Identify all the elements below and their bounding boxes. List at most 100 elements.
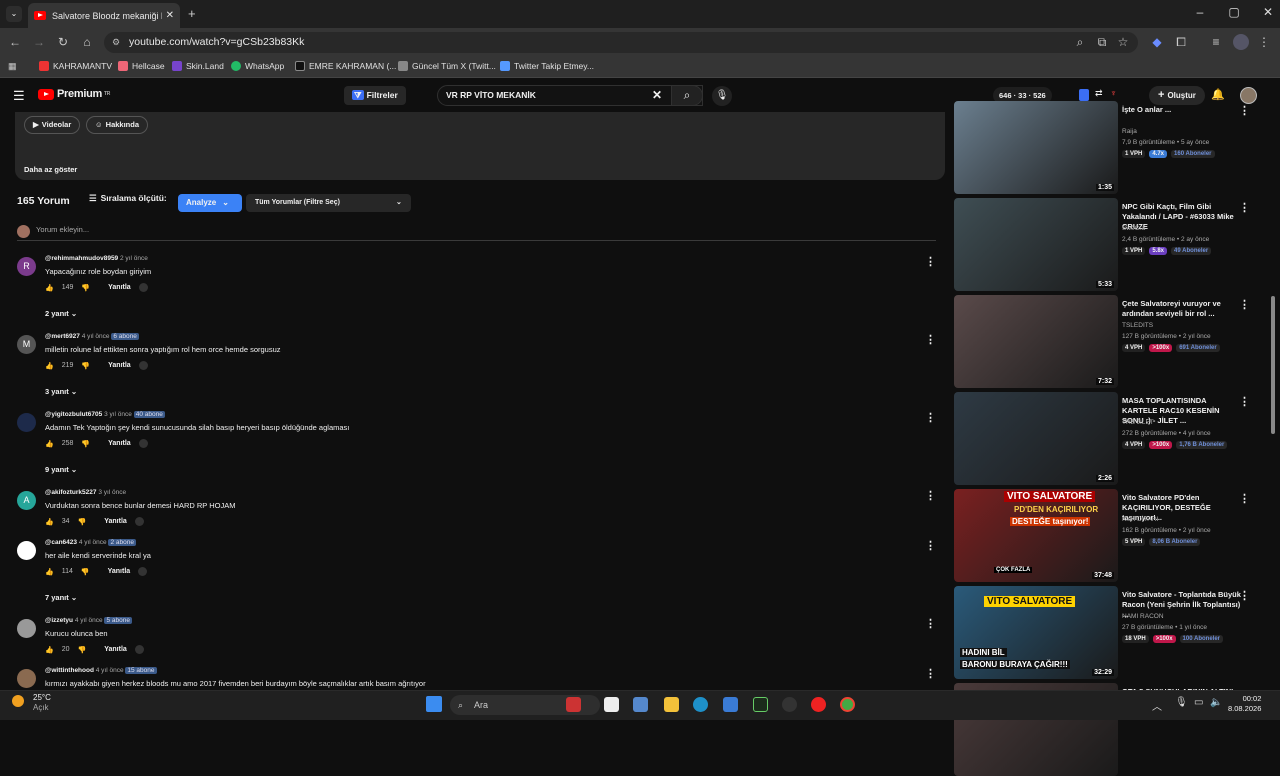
like-icon[interactable]: 👍 bbox=[45, 568, 54, 576]
chrome-menu-icon[interactable]: ⋮ bbox=[1256, 35, 1272, 49]
clear-search-icon[interactable]: ✕ bbox=[652, 86, 662, 105]
extension-icon[interactable] bbox=[1079, 89, 1089, 101]
edge-browser-icon[interactable] bbox=[693, 697, 708, 712]
weather-widget[interactable]: 25°C Açık bbox=[33, 693, 51, 713]
comment-author[interactable]: @mert6927 bbox=[45, 333, 80, 340]
video-thumbnail[interactable]: 2:26 bbox=[954, 392, 1118, 485]
commenter-avatar[interactable] bbox=[17, 619, 36, 638]
notifications-bell-icon[interactable]: 🔔 bbox=[1211, 88, 1225, 101]
hamburger-menu-icon[interactable]: ☰ bbox=[13, 88, 25, 104]
search-button[interactable]: ⌕ bbox=[671, 85, 703, 106]
view-replies-button[interactable]: 9 yanıt ⌄ bbox=[45, 465, 77, 474]
reading-list-icon[interactable]: ≡ bbox=[1208, 35, 1224, 49]
view-replies-button[interactable]: 7 yanıt ⌄ bbox=[45, 593, 77, 602]
bookmark-item[interactable]: Skin.Land bbox=[172, 61, 224, 71]
zoom-icon[interactable]: ⌕ bbox=[1072, 35, 1088, 50]
comment-author[interactable]: @rehimmahmudov8959 bbox=[45, 255, 118, 262]
comment-time[interactable]: 4 yıl önce bbox=[79, 539, 107, 546]
view-replies-button[interactable]: 2 yanıt ⌄ bbox=[45, 309, 77, 318]
home-icon[interactable]: ⌂ bbox=[79, 35, 95, 49]
comment-time[interactable]: 3 yıl önce bbox=[104, 411, 132, 418]
reply-button[interactable]: Yanıtla bbox=[104, 646, 127, 653]
related-video-card[interactable]: 5:33 NPC Gibi Kaçtı, Film Gibi Yakalandı … bbox=[954, 198, 1254, 291]
reaction-icon[interactable] bbox=[138, 567, 148, 576]
like-icon[interactable]: 👍 bbox=[45, 284, 54, 292]
install-icon[interactable]: ⧉ bbox=[1094, 35, 1110, 50]
close-tab-icon[interactable]: ✕ bbox=[166, 10, 174, 21]
video-title[interactable]: Çete Salvatoreyi vuruyor ve ardından sev… bbox=[1122, 299, 1242, 319]
windows-start-icon[interactable] bbox=[426, 696, 442, 712]
video-thumbnail[interactable]: VITO SALVATORE HADINI BİL BARONU BURAYA ÇA… bbox=[954, 586, 1118, 679]
comment-author[interactable]: @yigitozbulut6705 bbox=[45, 411, 102, 418]
extension-icon[interactable]: ◆ bbox=[1149, 35, 1165, 49]
bookmark-item[interactable]: Hellcase bbox=[118, 61, 165, 71]
bookmark-item[interactable]: KAHRAMANTV bbox=[39, 61, 112, 71]
more-options-icon[interactable]: ⋮ bbox=[925, 333, 936, 346]
youtube-logo[interactable]: Premium TR bbox=[38, 88, 110, 100]
videos-chip[interactable]: ▶ Videolar bbox=[24, 116, 81, 134]
minimize-icon[interactable]: – bbox=[1190, 5, 1210, 19]
scrollbar[interactable] bbox=[1271, 296, 1275, 434]
more-options-icon[interactable]: ⋮ bbox=[1239, 492, 1250, 505]
video-title[interactable]: İşte O anlar ... bbox=[1122, 105, 1242, 115]
reply-button[interactable]: Yanıtla bbox=[108, 284, 131, 291]
related-video-card[interactable]: 7:32 Çete Salvatoreyi vuruyor ve ardından… bbox=[954, 295, 1254, 388]
volume-icon[interactable]: 🔈 bbox=[1210, 697, 1222, 708]
video-thumbnail[interactable]: 7:32 bbox=[954, 295, 1118, 388]
reaction-icon[interactable] bbox=[138, 439, 148, 448]
reply-button[interactable]: Yanıtla bbox=[104, 518, 127, 525]
opera-icon[interactable] bbox=[811, 697, 826, 712]
dislike-icon[interactable]: 👎 bbox=[81, 440, 90, 448]
commenter-avatar[interactable] bbox=[17, 541, 36, 560]
taskbar-clock[interactable]: 00:02 8.08.2026 bbox=[1228, 694, 1261, 714]
extension-icon[interactable]: ⇄ bbox=[1095, 88, 1103, 99]
file-explorer-icon[interactable] bbox=[664, 697, 679, 712]
dislike-icon[interactable]: 👎 bbox=[81, 362, 90, 370]
about-chip[interactable]: ☺ Hakkında bbox=[86, 116, 149, 134]
microphone-tray-icon[interactable]: 🎙 bbox=[1175, 697, 1188, 708]
extension-icon[interactable]: ♆ bbox=[1110, 88, 1117, 98]
commenter-avatar[interactable]: A bbox=[17, 491, 36, 510]
tray-chevron-icon[interactable]: ︿ bbox=[1152, 698, 1162, 713]
task-view-icon[interactable] bbox=[604, 697, 619, 712]
more-options-icon[interactable]: ⋮ bbox=[1239, 298, 1250, 311]
related-video-card[interactable]: 1:35 İşte O anlar ... Raija 7,9 B görüntüle… bbox=[954, 101, 1254, 194]
comment-time[interactable]: 2 yıl önce bbox=[120, 255, 148, 262]
more-options-icon[interactable]: ⋮ bbox=[925, 667, 936, 680]
comment-author[interactable]: @izzetyu bbox=[45, 617, 73, 624]
commenter-avatar[interactable] bbox=[17, 413, 36, 432]
more-options-icon[interactable]: ⋮ bbox=[1239, 201, 1250, 214]
comment-time[interactable]: 4 yıl önce bbox=[96, 667, 124, 674]
more-options-icon[interactable]: ⋮ bbox=[925, 255, 936, 268]
like-icon[interactable]: 👍 bbox=[45, 646, 54, 654]
related-video-card[interactable]: VITO SALVATORE PD'DEN KAÇIRILIYOR DESTEĞE … bbox=[954, 489, 1254, 582]
commenter-avatar[interactable]: M bbox=[17, 335, 36, 354]
reaction-icon[interactable] bbox=[134, 645, 144, 654]
filters-button[interactable]: ⧩ Filtreler bbox=[344, 86, 406, 105]
chrome-icon[interactable] bbox=[840, 697, 855, 712]
url-bar[interactable]: ⚙ youtube.com/watch?v=gCSb23b83Kk bbox=[104, 32, 1138, 53]
more-options-icon[interactable]: ⋮ bbox=[925, 617, 936, 630]
add-comment-input[interactable]: Yorum ekleyin... bbox=[17, 225, 936, 241]
comment-author[interactable]: @can6423 bbox=[45, 539, 77, 546]
video-channel[interactable]: Raija bbox=[1122, 128, 1137, 135]
back-icon[interactable]: ← bbox=[7, 35, 23, 49]
video-channel[interactable]: THE JİLET bbox=[1122, 419, 1154, 426]
more-options-icon[interactable]: ⋮ bbox=[925, 489, 936, 502]
search-input[interactable]: VR RP VİTO MEKANİK ✕ bbox=[437, 85, 703, 106]
close-window-icon[interactable]: ✕ bbox=[1258, 5, 1278, 19]
store-icon[interactable] bbox=[723, 697, 738, 712]
steam-icon[interactable] bbox=[782, 697, 797, 712]
browser-tab[interactable]: Salvatore Bloodz mekaniği basıp... ✕ bbox=[28, 3, 180, 28]
related-video-card[interactable]: VITO SALVATORE HADINI BİL BARONU BURAYA ÇA… bbox=[954, 586, 1254, 679]
reaction-icon[interactable] bbox=[138, 361, 148, 370]
comment-time[interactable]: 4 yıl önce bbox=[82, 333, 110, 340]
apps-grid-icon[interactable]: ▦ bbox=[8, 61, 17, 72]
video-channel[interactable]: TSLEDITS bbox=[1122, 322, 1153, 329]
profile-avatar[interactable] bbox=[1233, 34, 1249, 50]
related-video-card[interactable]: 2:26 MASA TOPLANTISINDA KARTELE RAC10 KES… bbox=[954, 392, 1254, 485]
video-thumbnail[interactable]: 5:33 bbox=[954, 198, 1118, 291]
reply-button[interactable]: Yanıtla bbox=[108, 568, 131, 575]
view-replies-button[interactable]: 3 yanıt ⌄ bbox=[45, 387, 77, 396]
more-options-icon[interactable]: ⋮ bbox=[925, 539, 936, 552]
